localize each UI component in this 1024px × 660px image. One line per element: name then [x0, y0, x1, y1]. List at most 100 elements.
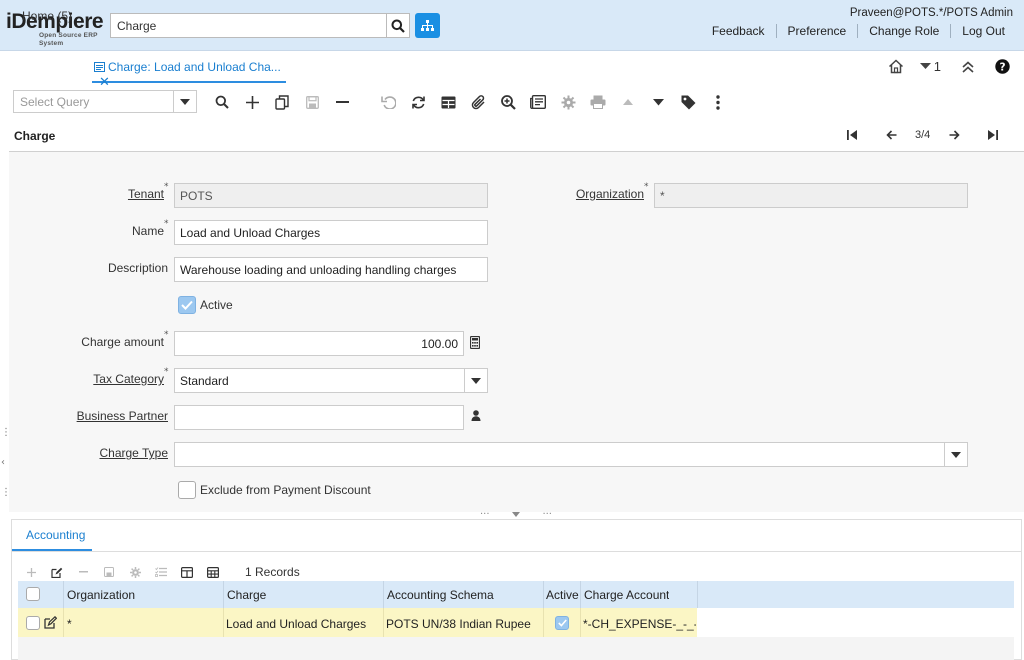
tenant-field[interactable]: POTS — [174, 183, 488, 208]
record-count: 1 Records — [245, 565, 300, 579]
help-icon[interactable]: ? — [995, 59, 1010, 74]
grid-toggle-icon[interactable] — [439, 93, 457, 111]
column-header-charge-account[interactable]: Charge Account — [584, 588, 669, 602]
grid-new-icon[interactable] — [24, 565, 38, 579]
report-icon[interactable] — [529, 93, 547, 111]
grid-save-icon[interactable] — [102, 565, 116, 579]
name-field[interactable]: Load and Unload Charges — [174, 220, 488, 245]
tab-tools: 1 ? — [888, 59, 1010, 74]
next-record-icon[interactable] — [947, 128, 961, 142]
tenant-label[interactable]: Tenant — [90, 187, 164, 201]
user-info[interactable]: Praveen@POTS.*/POTS Admin — [850, 7, 1013, 19]
column-divider — [223, 581, 224, 608]
edit-row-icon[interactable] — [44, 615, 58, 632]
business-partner-label[interactable]: Business Partner — [60, 409, 168, 423]
tax-category-label[interactable]: Tax Category — [60, 372, 164, 386]
user-icon[interactable] — [471, 410, 481, 424]
attachment-icon[interactable] — [469, 93, 487, 111]
cell-accounting-schema[interactable]: POTS UN/38 Indian Rupee — [386, 617, 531, 631]
collapse-left-icon[interactable]: ‹ — [1, 457, 7, 468]
window-icon — [94, 62, 105, 72]
search-icon[interactable] — [386, 13, 410, 38]
organization-field[interactable]: * — [654, 183, 968, 208]
chevron-down-icon[interactable] — [464, 369, 487, 392]
open-windows-count[interactable]: 1 — [934, 59, 941, 74]
tab-home[interactable]: Home (5) — [22, 9, 72, 23]
column-divider — [63, 581, 64, 608]
required-marker: * — [164, 330, 169, 340]
save-icon[interactable] — [303, 93, 321, 111]
calculator-icon[interactable] — [469, 335, 481, 352]
close-tab-icon[interactable]: ✕ — [99, 74, 110, 89]
organization-label[interactable]: Organization — [560, 187, 644, 201]
charge-type-label[interactable]: Charge Type — [60, 446, 169, 460]
feedback-link[interactable]: Feedback — [701, 24, 777, 38]
caret-down-icon[interactable] — [512, 511, 520, 517]
charge-amount-field[interactable]: 100.00 — [174, 331, 464, 356]
previous-record-icon[interactable] — [884, 128, 898, 142]
header-links: Feedback Preference Change Role Log Out — [701, 24, 1005, 38]
find-icon[interactable] — [213, 93, 231, 111]
last-record-icon[interactable] — [986, 128, 1000, 142]
column-divider — [223, 608, 224, 637]
zoom-across-icon[interactable] — [499, 93, 517, 111]
tab-charge[interactable]: Charge: Load and Unload Cha... ✕ — [92, 51, 286, 89]
new-record-icon[interactable] — [243, 93, 261, 111]
refresh-icon[interactable] — [409, 93, 427, 111]
cell-charge-account[interactable]: *-CH_EXPENSE-_-_-_ — [583, 617, 696, 631]
required-marker: * — [644, 182, 649, 192]
grid-list-icon[interactable] — [154, 565, 168, 579]
column-header-active[interactable]: Active — [546, 588, 579, 602]
chevron-down-icon[interactable] — [173, 91, 196, 112]
column-header-schema[interactable]: Accounting Schema — [387, 588, 494, 602]
cell-active-checkbox[interactable] — [555, 616, 569, 630]
home-icon[interactable] — [888, 59, 904, 74]
global-search-input[interactable]: Charge — [110, 13, 387, 38]
business-partner-field[interactable] — [174, 405, 464, 430]
grid-toggle-icon[interactable] — [180, 565, 194, 579]
drag-handle-icon[interactable]: ⋮ — [1, 427, 11, 438]
logout-link[interactable]: Log Out — [951, 24, 1005, 38]
chevron-down-icon[interactable] — [944, 443, 967, 466]
drag-handle-icon[interactable]: ⋮ — [1, 487, 11, 498]
caret-down-icon[interactable] — [919, 63, 931, 70]
grid-gear-icon[interactable] — [128, 565, 142, 579]
window-title: Charge — [14, 129, 56, 143]
change-role-link[interactable]: Change Role — [858, 24, 952, 38]
tab-accounting[interactable]: Accounting — [12, 520, 92, 551]
preference-link[interactable]: Preference — [777, 24, 859, 38]
column-header-organization[interactable]: Organization — [67, 588, 135, 602]
check-icon — [557, 619, 567, 627]
grid-edit-icon[interactable] — [50, 565, 64, 579]
exclude-discount-checkbox[interactable] — [178, 481, 196, 499]
cell-organization[interactable]: * — [67, 617, 72, 631]
print-icon[interactable] — [589, 93, 607, 111]
active-checkbox[interactable] — [178, 296, 196, 314]
grid-customize-icon[interactable] — [206, 565, 220, 579]
undo-icon[interactable] — [379, 93, 397, 111]
column-divider — [383, 581, 384, 608]
logo-subtitle: Open Source ERP System — [39, 32, 98, 47]
description-field[interactable]: Warehouse loading and unloading handling… — [174, 257, 488, 282]
parent-record-icon[interactable] — [619, 93, 637, 111]
select-query-dropdown[interactable]: Select Query — [13, 90, 197, 113]
select-all-checkbox[interactable] — [26, 587, 40, 601]
detail-record-icon[interactable] — [649, 93, 667, 111]
row-select-checkbox[interactable] — [26, 616, 40, 630]
column-header-charge[interactable]: Charge — [227, 588, 266, 602]
tag-icon[interactable] — [679, 93, 697, 111]
collapse-up-icon[interactable] — [961, 60, 975, 73]
cell-charge[interactable]: Load and Unload Charges — [226, 617, 366, 631]
column-divider — [580, 608, 581, 637]
sitemap-menu-icon[interactable] — [415, 13, 440, 38]
first-record-icon[interactable] — [845, 128, 859, 142]
delete-record-icon[interactable] — [333, 93, 351, 111]
column-divider — [543, 608, 544, 637]
tax-category-select[interactable]: Standard — [174, 368, 488, 393]
charge-type-select[interactable] — [174, 442, 968, 467]
grid-delete-icon[interactable] — [76, 565, 90, 579]
grid-header — [18, 581, 1014, 608]
copy-record-icon[interactable] — [273, 93, 291, 111]
process-gear-icon[interactable] — [559, 93, 577, 111]
more-options-icon[interactable] — [709, 93, 727, 111]
